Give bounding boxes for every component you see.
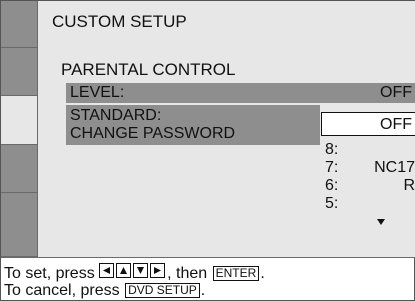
option-value: R xyxy=(403,177,415,194)
help-cancel-suffix: . xyxy=(200,282,206,299)
enter-key: ENTER xyxy=(212,266,260,281)
sidebar-tab-5[interactable] xyxy=(1,193,37,257)
section-title: PARENTAL CONTROL xyxy=(61,60,236,79)
level-row[interactable]: LEVEL: OFF xyxy=(66,83,415,103)
option-value: NC17 xyxy=(374,159,415,176)
page-title: CUSTOM SETUP xyxy=(52,12,187,31)
help-set-prefix: To set, press xyxy=(4,265,95,282)
arrow-up-icon xyxy=(116,263,132,278)
list-item[interactable]: 5: xyxy=(325,195,415,213)
triangle-down-icon[interactable] xyxy=(377,219,385,225)
dropdown-selected[interactable]: OFF xyxy=(321,112,415,136)
level-label: LEVEL: xyxy=(70,84,125,101)
help-set-suffix: . xyxy=(260,265,265,282)
help-set-middle: , then xyxy=(167,265,208,282)
arrow-right-icon xyxy=(150,263,166,278)
sidebar-tab-2[interactable] xyxy=(1,48,37,96)
sidebar-tab-4[interactable] xyxy=(1,145,37,193)
arrow-down-icon xyxy=(133,263,149,278)
setup-sidebar xyxy=(1,1,38,257)
option-number: 5: xyxy=(325,195,339,212)
list-item[interactable]: 7: NC17 xyxy=(325,159,415,177)
dropdown-selected-value: OFF xyxy=(380,116,412,133)
arrow-left-icon xyxy=(99,263,115,278)
divider xyxy=(1,257,415,258)
sidebar-tab-custom-setup[interactable] xyxy=(1,96,37,145)
sidebar-tab-1[interactable] xyxy=(1,1,37,48)
dvd-setup-key: DVD SETUP xyxy=(125,283,200,298)
setup-screen: CUSTOM SETUP PARENTAL CONTROL LEVEL: OFF… xyxy=(0,0,415,301)
change-password-item[interactable]: CHANGE PASSWORD xyxy=(70,125,235,142)
level-dropdown[interactable]: OFF xyxy=(321,112,415,144)
level-value: OFF xyxy=(380,84,412,101)
level-option-list: 8: 7: NC17 6: R 5: xyxy=(321,141,415,214)
help-line-set: To set, press , then ENTER. xyxy=(4,263,265,283)
option-number: 6: xyxy=(325,177,339,194)
list-item[interactable]: 6: R xyxy=(325,177,415,195)
standard-item[interactable]: STANDARD: xyxy=(70,107,161,124)
help-cancel-prefix: To cancel, press xyxy=(4,282,120,299)
menu-panel: CUSTOM SETUP PARENTAL CONTROL LEVEL: OFF… xyxy=(38,1,415,257)
options-highlight: STANDARD: CHANGE PASSWORD xyxy=(66,105,320,145)
option-number: 7: xyxy=(325,159,339,176)
help-line-cancel: To cancel, press DVD SETUP. xyxy=(4,282,205,300)
